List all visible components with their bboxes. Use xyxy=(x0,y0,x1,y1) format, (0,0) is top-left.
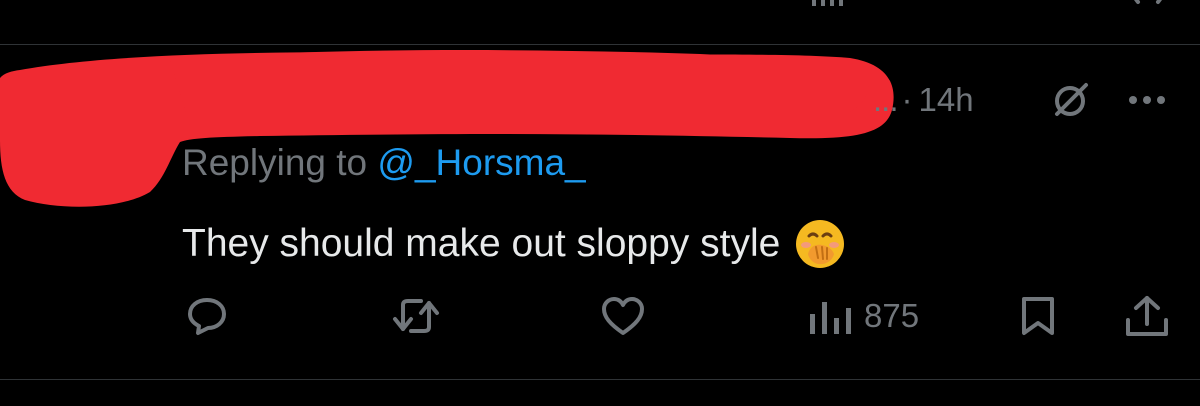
divider-bottom xyxy=(0,379,1200,380)
reply-icon xyxy=(188,298,226,335)
replying-to-line: Replying to @_Horsma_ xyxy=(182,142,586,184)
replying-to-label: Replying to xyxy=(182,142,368,183)
bookmark-button[interactable] xyxy=(1018,292,1058,340)
tweet-time[interactable]: 14h xyxy=(919,81,974,119)
more-icon[interactable] xyxy=(1126,90,1168,110)
views-count: 875 xyxy=(864,297,920,334)
views-button[interactable]: 875 xyxy=(808,292,919,340)
face-with-hand-over-mouth-emoji xyxy=(796,220,845,268)
like-icon xyxy=(602,297,644,335)
views-icon xyxy=(810,302,851,334)
author-name-truncation: ... xyxy=(873,81,898,118)
meta-separator: · xyxy=(901,81,913,118)
reply-button[interactable] xyxy=(186,292,228,340)
bookmark-icon xyxy=(1022,297,1054,335)
redaction-scribble xyxy=(0,50,894,207)
replying-to-handle[interactable]: @_Horsma_ xyxy=(377,142,585,183)
tweet-body: They should make out sloppy style xyxy=(182,218,846,270)
tweet-text: They should make out sloppy style xyxy=(182,222,781,265)
like-button[interactable] xyxy=(600,292,646,340)
previous-tweet-views-icon[interactable] xyxy=(808,0,848,8)
retweet-icon xyxy=(393,299,439,333)
share-icon xyxy=(1126,296,1168,336)
share-button[interactable] xyxy=(1124,292,1170,340)
previous-tweet-share-icon[interactable] xyxy=(1128,0,1168,8)
grok-icon[interactable] xyxy=(1050,79,1092,121)
retweet-button[interactable] xyxy=(391,292,441,340)
tweet-header-meta: ... · 14h xyxy=(873,80,974,120)
